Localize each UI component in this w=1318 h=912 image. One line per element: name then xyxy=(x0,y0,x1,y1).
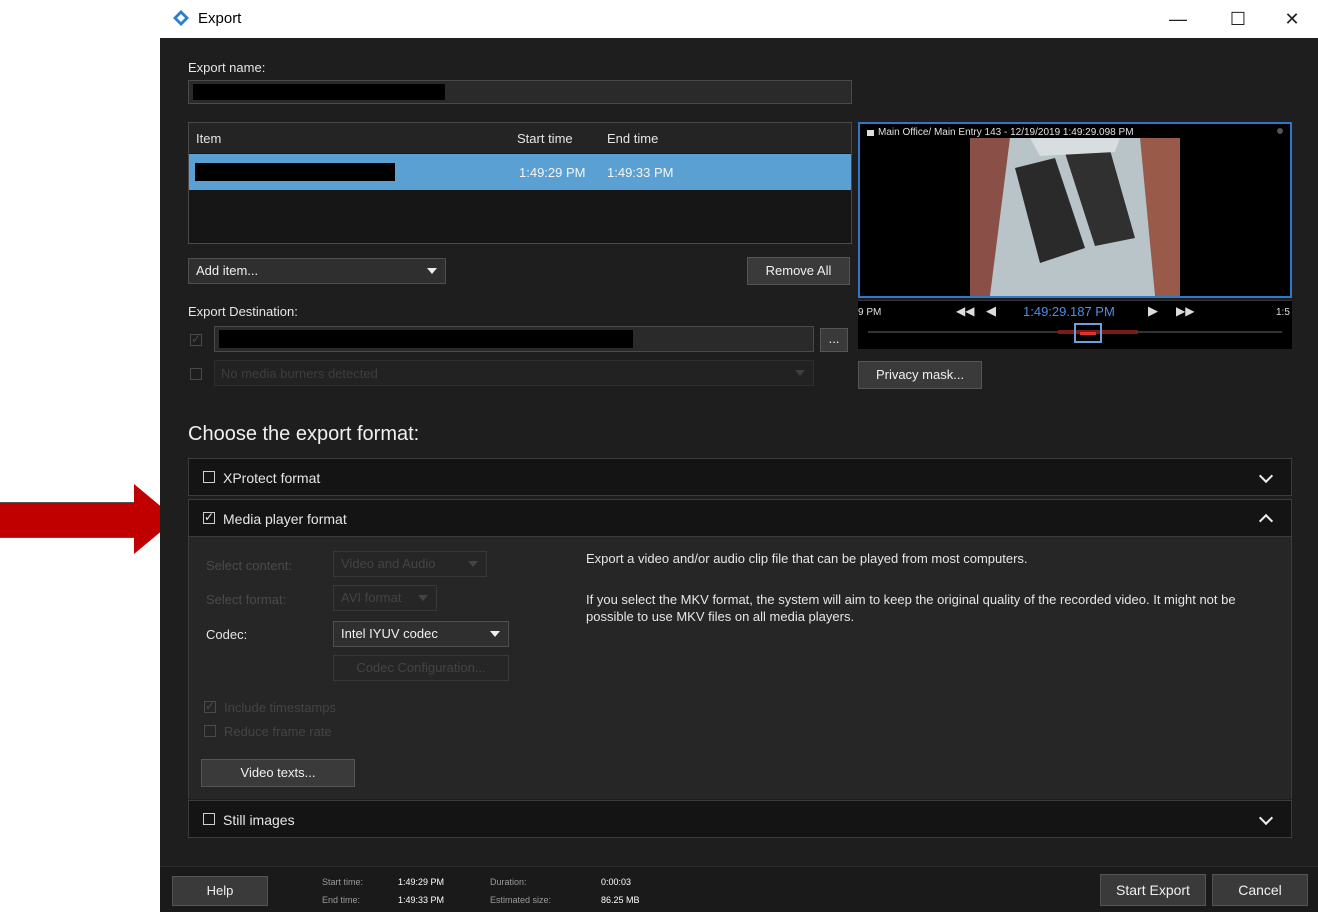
select-content-value: Video and Audio xyxy=(341,556,436,571)
media-player-format-section[interactable]: Media player format xyxy=(188,499,1292,537)
video-preview[interactable]: Main Office/ Main Entry 143 - 12/19/2019… xyxy=(858,122,1292,298)
table-row[interactable]: 1:49:29 PM 1:49:33 PM xyxy=(189,154,851,190)
maximize-button[interactable]: ☐ xyxy=(1216,4,1260,34)
timeline-start-label: 9 PM xyxy=(858,307,882,318)
xprotect-format-label: XProtect format xyxy=(223,470,321,486)
column-end-time[interactable]: End time xyxy=(607,131,658,146)
remove-all-button[interactable]: Remove All xyxy=(747,257,850,285)
format-heading: Choose the export format: xyxy=(188,423,420,445)
redacted-item-name xyxy=(195,163,395,181)
footer: Help Start time: 1:49:29 PM End time: 1:… xyxy=(160,866,1318,912)
chevron-down-icon xyxy=(418,595,428,601)
play-reverse-icon[interactable]: ◀ xyxy=(986,303,996,319)
select-format-dropdown: AVI format xyxy=(333,585,437,611)
estimated-size-label: Estimated size: xyxy=(490,895,552,905)
video-texts-button[interactable]: Video texts... xyxy=(201,759,355,787)
status-dot xyxy=(1277,128,1283,134)
end-time-value: 1:49:33 PM xyxy=(398,895,445,905)
codec-value: Intel IYUV codec xyxy=(341,626,438,641)
estimated-size-value: 86.25 MB xyxy=(601,895,640,905)
export-window: Export — ☐ ✕ Export name: Item Start tim… xyxy=(160,0,1318,912)
media-burner-checkbox xyxy=(190,368,202,380)
timeline-current-time: 1:49:29.187 PM xyxy=(1023,304,1115,319)
still-images-checkbox[interactable] xyxy=(203,813,215,825)
select-format-value: AVI format xyxy=(341,590,402,605)
media-burner-dropdown: No media burners detected xyxy=(214,360,814,386)
media-player-panel: Select content: Video and Audio Select f… xyxy=(188,537,1292,799)
skip-back-icon[interactable]: ◀︎◀︎ xyxy=(956,304,974,318)
export-destination-label: Export Destination: xyxy=(188,304,298,319)
chevron-down-icon[interactable] xyxy=(1258,810,1274,826)
start-time-label: Start time: xyxy=(322,877,364,887)
media-player-format-label: Media player format xyxy=(223,511,347,527)
column-item[interactable]: Item xyxy=(196,131,221,146)
media-player-description-2: If you select the MKV format, the system… xyxy=(586,592,1236,624)
timeline-selection[interactable] xyxy=(1074,323,1102,343)
chevron-down-icon xyxy=(795,370,805,376)
redacted-destination-path xyxy=(219,330,633,348)
start-export-button[interactable]: Start Export xyxy=(1100,874,1206,906)
annotation-arrow-shaft xyxy=(0,502,135,538)
xprotect-format-section[interactable]: XProtect format xyxy=(188,458,1292,496)
media-player-description-1: Export a video and/or audio clip file th… xyxy=(586,551,1028,566)
codec-dropdown[interactable]: Intel IYUV codec xyxy=(333,621,509,647)
reduce-frame-rate-checkbox xyxy=(204,725,216,737)
export-name-label: Export name: xyxy=(188,60,266,75)
reduce-frame-rate-label: Reduce frame rate xyxy=(224,724,332,739)
destination-path-input[interactable] xyxy=(214,326,814,352)
start-time-value: 1:49:29 PM xyxy=(398,877,445,887)
timeline-marker xyxy=(1080,332,1096,335)
chevron-down-icon[interactable] xyxy=(1258,468,1274,484)
codec-label: Codec: xyxy=(206,627,248,642)
chevron-down-icon xyxy=(468,561,478,567)
still-images-section[interactable]: Still images xyxy=(188,800,1292,838)
select-content-label: Select content: xyxy=(206,558,292,573)
play-forward-icon[interactable]: ▶ xyxy=(1148,303,1158,319)
row-start-time: 1:49:29 PM xyxy=(519,165,586,180)
row-end-time: 1:49:33 PM xyxy=(607,165,674,180)
timeline[interactable]: 9 PM ◀︎◀︎ ◀ 1:49:29.187 PM ▶ ▶︎▶︎ 1:5 xyxy=(858,300,1292,349)
duration-label: Duration: xyxy=(490,877,527,887)
cancel-button[interactable]: Cancel xyxy=(1212,874,1308,906)
select-content-dropdown: Video and Audio xyxy=(333,551,487,577)
include-timestamps-checkbox xyxy=(204,699,216,713)
help-button[interactable]: Help xyxy=(172,876,268,906)
skip-forward-icon[interactable]: ▶︎▶︎ xyxy=(1176,304,1194,318)
browse-button[interactable]: ... xyxy=(820,328,848,352)
title-bar: Export — ☐ ✕ xyxy=(160,0,1318,38)
end-time-label: End time: xyxy=(322,895,361,905)
redacted-export-name xyxy=(193,84,445,100)
select-format-label: Select format: xyxy=(206,592,287,607)
camera-frame xyxy=(970,138,1180,296)
export-name-input[interactable] xyxy=(188,80,852,104)
media-player-format-checkbox[interactable] xyxy=(203,510,215,524)
media-burner-text: No media burners detected xyxy=(221,366,378,381)
chevron-down-icon xyxy=(427,268,437,274)
camera-icon xyxy=(867,130,874,136)
add-item-label: Add item... xyxy=(196,263,259,278)
destination-checkbox xyxy=(190,332,202,346)
items-table: Item Start time End time 1:49:29 PM 1:49… xyxy=(188,122,852,244)
timeline-end-label: 1:5 xyxy=(1276,307,1290,318)
privacy-mask-button[interactable]: Privacy mask... xyxy=(858,361,982,389)
camera-title: Main Office/ Main Entry 143 - 12/19/2019… xyxy=(878,127,1134,138)
include-timestamps-label: Include timestamps xyxy=(224,700,336,715)
add-item-dropdown[interactable]: Add item... xyxy=(188,258,446,284)
close-button[interactable]: ✕ xyxy=(1270,4,1314,34)
still-images-label: Still images xyxy=(223,812,295,828)
table-header: Item Start time End time xyxy=(189,123,851,153)
codec-configuration-button: Codec Configuration... xyxy=(333,655,509,681)
window-title: Export xyxy=(198,10,242,27)
minimize-button[interactable]: — xyxy=(1156,4,1200,34)
duration-value: 0:00:03 xyxy=(601,877,632,887)
chevron-up-icon[interactable] xyxy=(1258,513,1274,529)
app-logo-icon xyxy=(173,10,189,26)
column-start-time[interactable]: Start time xyxy=(517,131,573,146)
xprotect-format-checkbox[interactable] xyxy=(203,471,215,483)
chevron-down-icon xyxy=(490,631,500,637)
